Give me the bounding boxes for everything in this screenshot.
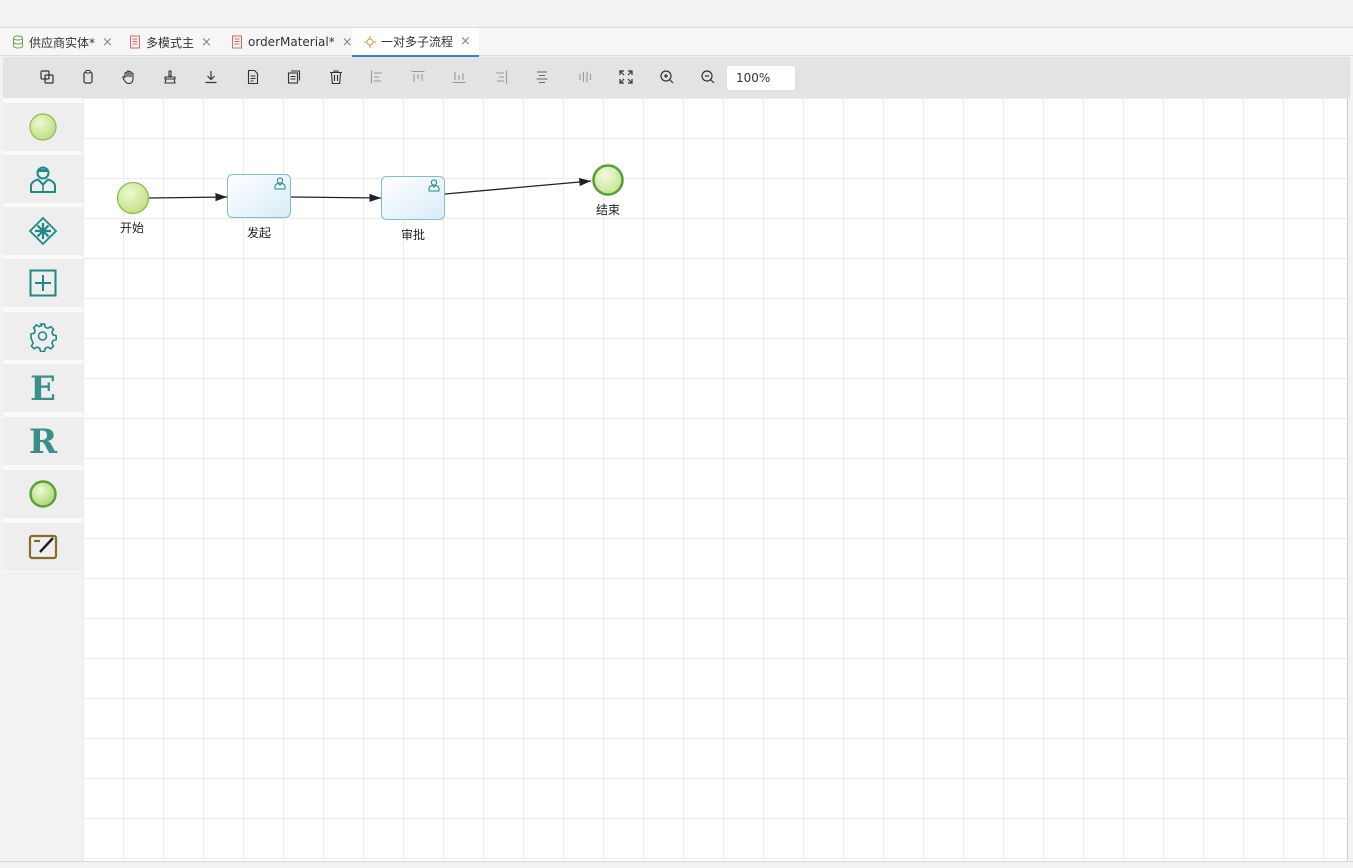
e-icon: E	[30, 372, 56, 404]
tab-one-to-many-subprocess[interactable]: 一对多子流程 ×	[352, 28, 479, 57]
file-icon	[247, 69, 259, 85]
user-task-approve[interactable]	[381, 176, 445, 220]
diagram-svg	[116, 164, 624, 220]
clear-button[interactable]	[160, 67, 180, 87]
close-icon[interactable]: ×	[460, 35, 471, 48]
canvas-right-border	[1347, 98, 1348, 861]
tab-label: 多模式主	[146, 35, 195, 50]
download-button[interactable]	[201, 67, 221, 87]
zoom-in-button[interactable]	[657, 67, 677, 87]
align-left-icon	[370, 70, 382, 84]
delete-button[interactable]	[326, 67, 346, 87]
user-task-initiate[interactable]	[227, 174, 291, 218]
toolbar	[3, 57, 1350, 98]
initiate-task-label: 发起	[246, 226, 272, 240]
sequence-flow[interactable]	[444, 177, 592, 195]
align-top-button[interactable]	[408, 67, 428, 87]
copy-button[interactable]	[37, 67, 57, 87]
duplicate-button[interactable]	[284, 67, 304, 87]
database-icon	[12, 35, 24, 49]
align-bottom-button[interactable]	[449, 67, 469, 87]
file-button[interactable]	[243, 67, 263, 87]
align-bottom-icon	[452, 72, 466, 84]
delete-icon	[330, 70, 342, 85]
start-event[interactable]	[116, 181, 150, 215]
tab-label: 供应商实体*	[29, 35, 96, 50]
hand-icon	[122, 70, 134, 85]
script-task-icon	[28, 534, 58, 560]
zoom-out-button[interactable]	[698, 67, 718, 87]
zoom-in-icon	[660, 70, 674, 84]
subprocess-icon	[29, 269, 57, 297]
palette-subprocess[interactable]	[3, 259, 83, 307]
hand-tool-button[interactable]	[119, 67, 139, 87]
align-center-icon	[536, 71, 548, 84]
align-top-icon	[411, 70, 425, 82]
bottom-border	[0, 861, 1353, 868]
r-icon: R	[29, 425, 58, 457]
document-icon	[129, 35, 141, 49]
start-event-label: 开始	[119, 221, 145, 235]
palette-end-event[interactable]	[3, 470, 83, 518]
service-task-icon	[30, 323, 57, 352]
start-event-icon	[29, 113, 57, 141]
sequence-flow[interactable]	[290, 193, 382, 202]
tab-label: 一对多子流程	[381, 35, 454, 49]
palette-start-event[interactable]	[3, 103, 83, 151]
fullscreen-button[interactable]	[616, 67, 636, 87]
close-icon[interactable]: ×	[102, 36, 113, 49]
end-event-label: 结束	[595, 203, 621, 217]
palette-script-task[interactable]	[3, 523, 83, 571]
svg-text:R: R	[29, 425, 58, 457]
user-task-icon	[30, 166, 56, 193]
align-right-icon	[496, 70, 508, 84]
align-right-button[interactable]	[491, 67, 511, 87]
align-middle-button[interactable]	[575, 67, 595, 87]
tab-multi-mode[interactable]: 多模式主 ×	[117, 28, 219, 56]
svg-text:E: E	[30, 372, 56, 404]
approve-task-label: 审批	[400, 228, 426, 242]
end-event-icon	[29, 480, 57, 508]
palette-user-task[interactable]	[3, 155, 83, 203]
align-middle-icon	[579, 71, 592, 83]
close-icon[interactable]: ×	[201, 36, 212, 49]
paste-icon	[83, 70, 93, 84]
paste-button[interactable]	[78, 67, 98, 87]
copy-icon	[40, 70, 54, 84]
modeler-app: 供应商实体* × 多模式主 × orderMaterial* × 一对多子流程 …	[0, 0, 1353, 868]
sequence-flow[interactable]	[148, 193, 228, 202]
element-palette: E R	[3, 98, 83, 572]
tab-bar: 供应商实体* × 多模式主 × orderMaterial* × 一对多子流程 …	[0, 27, 1353, 57]
document-icon	[231, 35, 243, 49]
palette-parallel-gateway[interactable]	[3, 207, 83, 255]
diagram-canvas[interactable]: 开始 发起 审批 结束	[83, 98, 1347, 861]
zoom-out-icon	[701, 70, 715, 84]
end-event[interactable]	[592, 164, 624, 196]
align-center-button[interactable]	[532, 67, 552, 87]
palette-service-task[interactable]	[3, 312, 83, 360]
palette-e-element[interactable]: E	[3, 364, 83, 412]
zoom-level-input[interactable]	[726, 65, 796, 91]
download-icon	[205, 71, 217, 84]
align-left-button[interactable]	[367, 67, 387, 87]
tab-order-material[interactable]: orderMaterial* ×	[219, 28, 353, 56]
fullscreen-icon	[619, 70, 633, 84]
palette-r-element[interactable]: R	[3, 417, 83, 465]
process-icon	[364, 35, 376, 49]
parallel-gateway-icon	[28, 216, 58, 246]
clear-icon	[164, 70, 176, 84]
duplicate-icon	[287, 70, 301, 84]
tab-supplier-entity[interactable]: 供应商实体* ×	[0, 28, 117, 56]
tab-label: orderMaterial*	[248, 35, 335, 49]
